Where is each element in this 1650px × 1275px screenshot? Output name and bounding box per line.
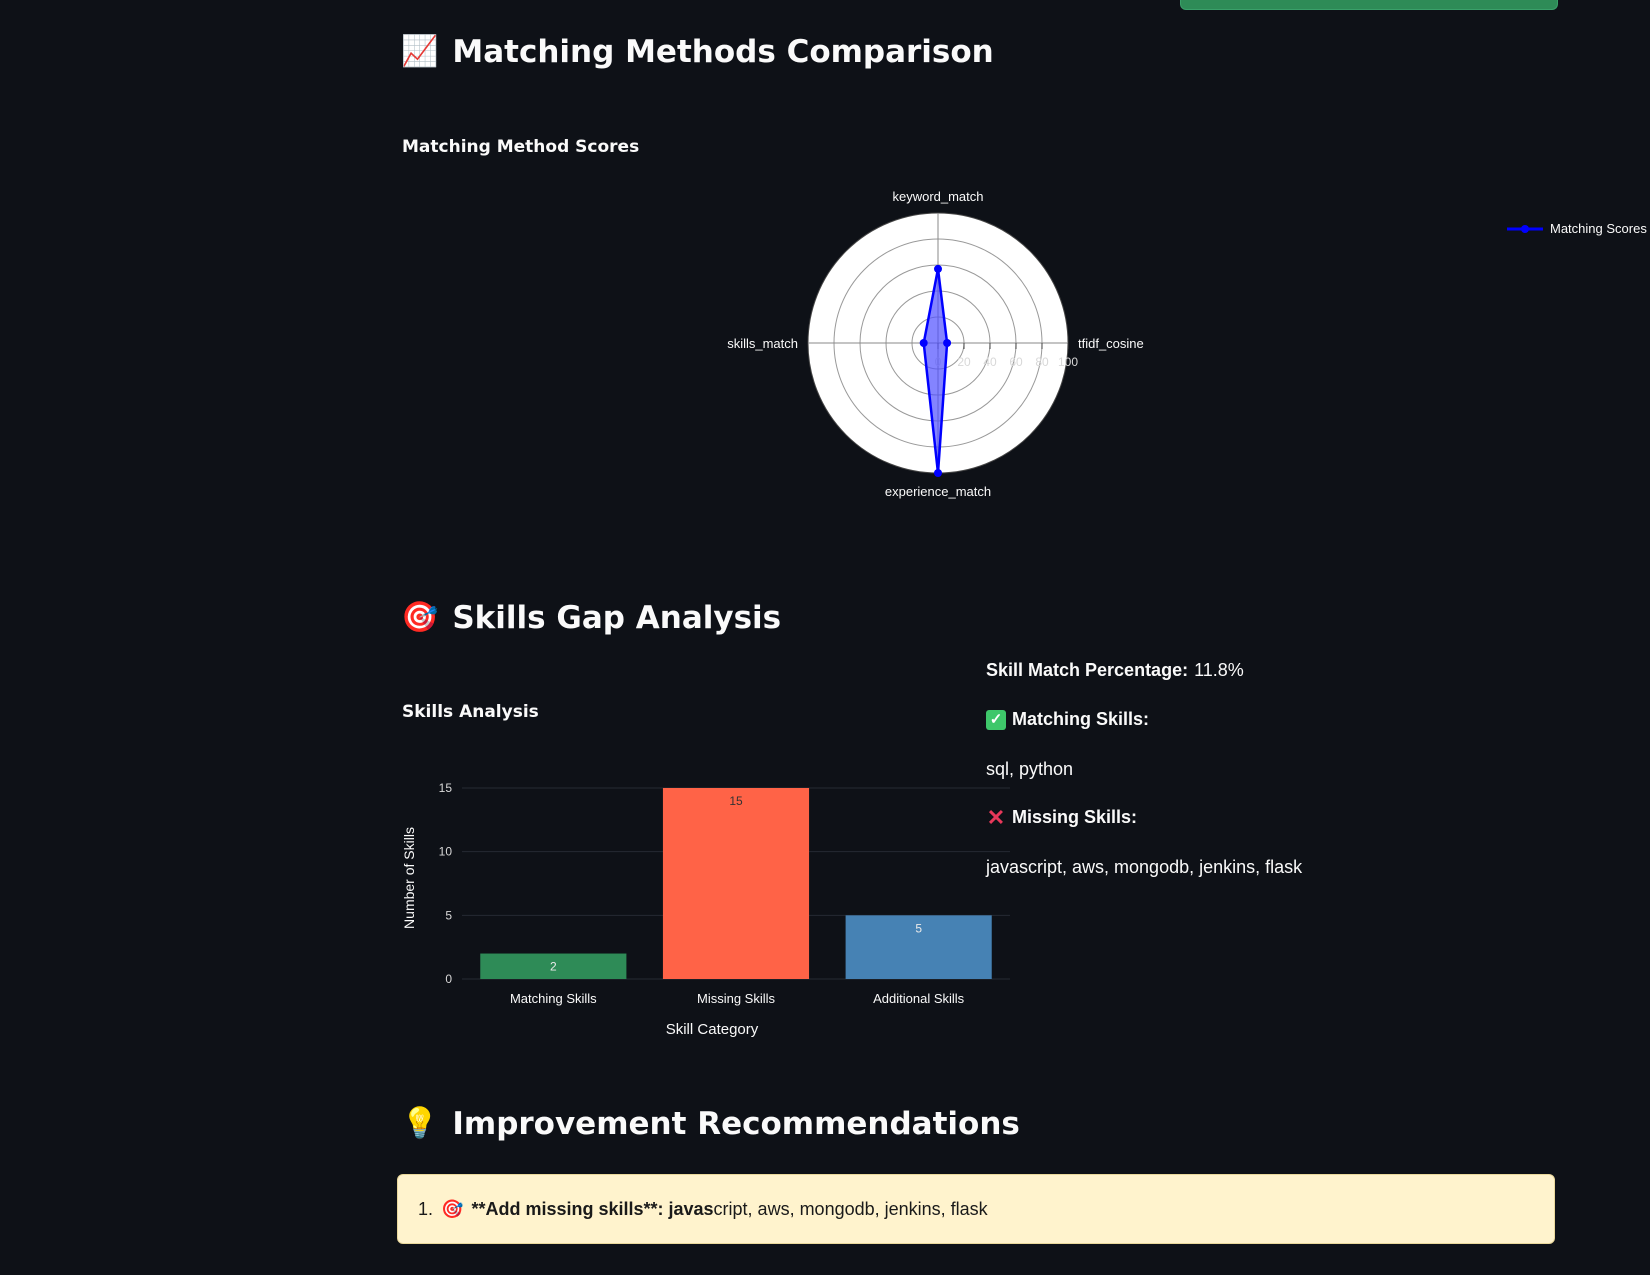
recommendation-bold: **Add missing skills**: javas bbox=[471, 1198, 714, 1219]
bar-additional-skills bbox=[845, 915, 992, 979]
radar-chart: 020406080100keyword_matchtfidf_cosineexp… bbox=[727, 189, 1144, 499]
radar-legend[interactable]: Matching Scores bbox=[1506, 221, 1647, 236]
missing-skills-list: javascript, aws, mongodb, jenkins, flask bbox=[986, 857, 1303, 877]
bar-y-tick-3: 15 bbox=[439, 781, 453, 795]
matching-skills-heading: ✓ Matching Skills: bbox=[986, 709, 1149, 730]
radar-point-skills_match bbox=[919, 339, 928, 347]
bar-value-label-0: 2 bbox=[550, 960, 557, 974]
matching-skills-list: sql, python bbox=[986, 759, 1074, 779]
bar-category-label-2: Additional Skills bbox=[873, 991, 965, 1006]
matching-skills-label: Matching Skills: bbox=[1012, 709, 1150, 729]
bar-y-tick-2: 10 bbox=[439, 845, 453, 859]
missing-skills-heading: ✕ Missing Skills: bbox=[986, 804, 1138, 830]
check-mark-icon: ✓ bbox=[986, 709, 1006, 730]
bar-chart-title: Skills Analysis bbox=[402, 702, 539, 722]
recommendations-title: Improvement Recommendations bbox=[452, 1106, 1020, 1142]
bar-value-label-2: 5 bbox=[915, 921, 922, 935]
bar-y-axis-title: Number of Skills bbox=[401, 827, 417, 929]
legend-label: Matching Scores bbox=[1550, 221, 1647, 236]
radar-axis-label-experience_match: experience_match bbox=[885, 484, 991, 499]
radar-tick-label-3: 60 bbox=[1009, 355, 1023, 369]
radar-axis-label-tfidf_cosine: tfidf_cosine bbox=[1078, 336, 1144, 351]
percentage-label: Skill Match Percentage: bbox=[986, 660, 1189, 680]
radar-tick-label-5: 100 bbox=[1058, 355, 1078, 369]
bar-y-tick-1: 5 bbox=[445, 908, 452, 922]
target-icon: 🎯 bbox=[401, 600, 439, 635]
recommendations-heading: 💡 Improvement Recommendations bbox=[401, 1106, 1020, 1142]
skill-match-percentage: Skill Match Percentage: 11.8% bbox=[986, 660, 1244, 681]
recommendation-item: 1. 🎯 **Add missing skills**: javas cript… bbox=[397, 1174, 1555, 1244]
radar-tick-label-2: 40 bbox=[983, 355, 997, 369]
bar-y-tick-0: 0 bbox=[445, 972, 452, 986]
bar-missing-skills bbox=[662, 788, 810, 979]
percentage-value: 11.8% bbox=[1194, 660, 1244, 680]
recommendation-text: cript, aws, mongodb, jenkins, flask bbox=[713, 1198, 988, 1219]
radar-tick-label-4: 80 bbox=[1035, 355, 1049, 369]
radar-point-keyword_match bbox=[934, 264, 942, 273]
skills-gap-title: Skills Gap Analysis bbox=[452, 600, 782, 636]
bar-x-axis-title: Skill Category bbox=[666, 1021, 759, 1038]
skills-gap-heading: 🎯 Skills Gap Analysis bbox=[401, 600, 781, 636]
recommendation-number: 1. bbox=[418, 1198, 434, 1219]
legend-marker-icon bbox=[1507, 224, 1543, 233]
radar-axis-label-skills_match: skills_match bbox=[727, 336, 798, 351]
bar-category-label-0: Matching Skills bbox=[510, 991, 597, 1006]
page: 📈 Matching Methods Comparison Matching M… bbox=[0, 0, 1650, 1275]
radar-point-experience_match bbox=[934, 469, 942, 477]
cross-mark-icon: ✕ bbox=[986, 804, 1006, 830]
bar-value-label-1: 15 bbox=[729, 794, 743, 808]
radar-tick-label-1: 20 bbox=[957, 355, 971, 369]
bar-category-label-1: Missing Skills bbox=[697, 991, 776, 1006]
radar-point-tfidf_cosine bbox=[943, 339, 952, 347]
bar-matching-skills bbox=[480, 953, 627, 979]
target-icon: 🎯 bbox=[441, 1198, 464, 1219]
missing-skills-label: Missing Skills: bbox=[1012, 807, 1138, 827]
radar-axis-label-keyword_match: keyword_match bbox=[892, 189, 983, 204]
light-bulb-icon: 💡 bbox=[401, 1106, 439, 1141]
